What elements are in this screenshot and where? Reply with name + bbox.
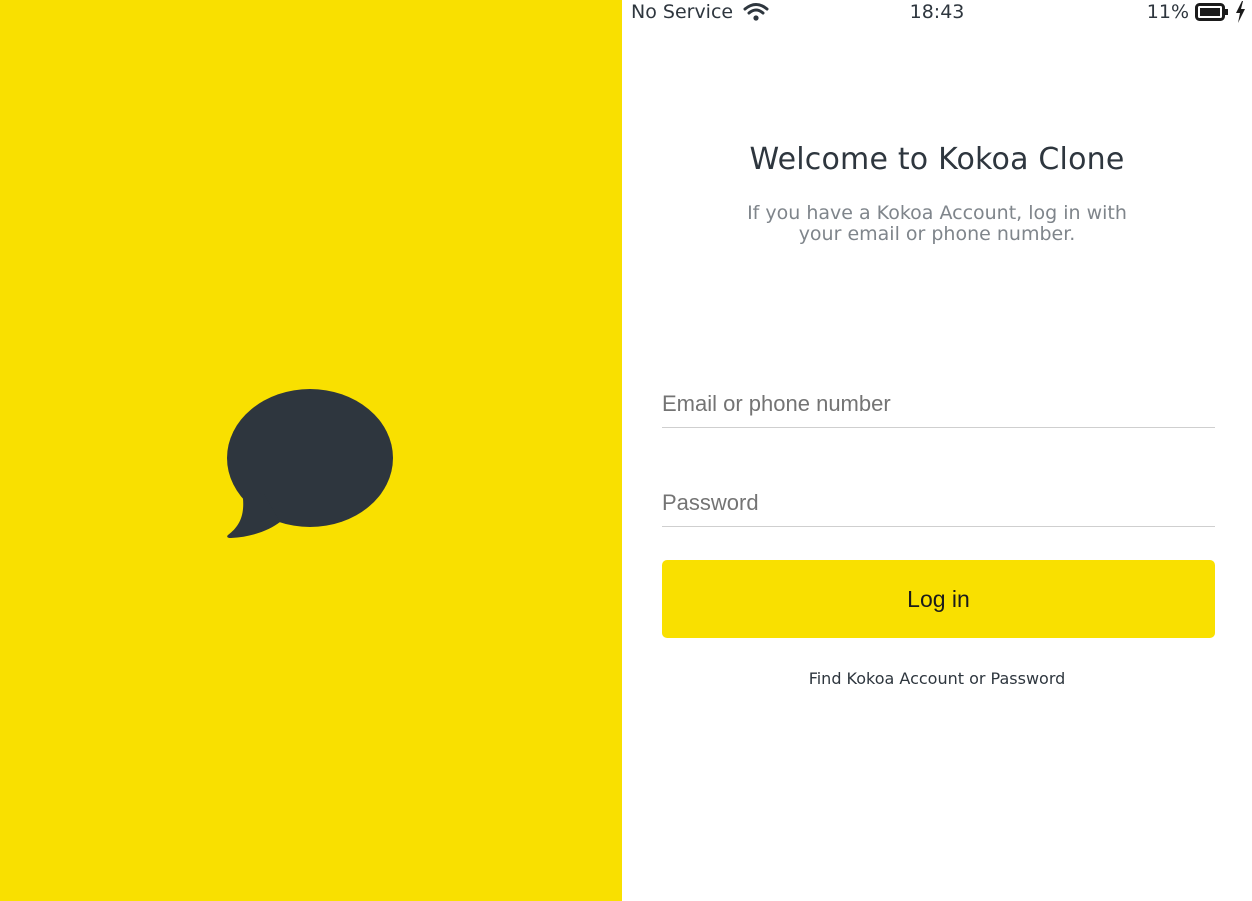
- speech-bubble-icon: [227, 389, 393, 538]
- status-right: 11%: [1147, 1, 1246, 23]
- battery-percent: 11%: [1146, 1, 1189, 23]
- splash-panel: [0, 0, 622, 901]
- status-bar: No Service 18:43 11%: [622, 0, 1252, 28]
- login-button[interactable]: Log in: [662, 560, 1215, 638]
- login-panel: No Service 18:43 11% Welcome to Kokoa Cl…: [622, 0, 1252, 901]
- email-field[interactable]: [662, 364, 1215, 428]
- welcome-text: If you have a Kokoa Account, log in with…: [747, 202, 1127, 245]
- find-account-link[interactable]: Find Kokoa Account or Password: [622, 669, 1252, 688]
- lightning-icon: [1236, 1, 1245, 23]
- battery-icon: [1195, 3, 1228, 21]
- login-form: Log in: [662, 364, 1215, 638]
- welcome-title: Welcome to Kokoa Clone: [749, 142, 1125, 177]
- password-field[interactable]: [662, 463, 1215, 527]
- welcome-header: Welcome to Kokoa Clone If you have a Kok…: [622, 142, 1252, 245]
